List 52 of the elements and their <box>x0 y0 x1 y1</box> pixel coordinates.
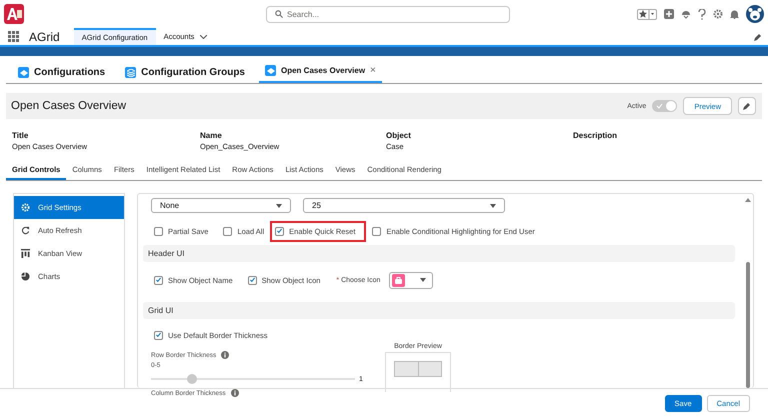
edit-icon[interactable] <box>754 32 762 40</box>
app-logo[interactable] <box>4 4 24 24</box>
settings-icon[interactable] <box>713 9 723 19</box>
edit-icon <box>743 102 751 110</box>
checkbox[interactable] <box>275 226 284 236</box>
help-icon[interactable] <box>698 8 706 20</box>
checkbox[interactable] <box>372 226 382 236</box>
app-name: AGrid <box>29 28 60 45</box>
edit-button[interactable] <box>738 97 756 115</box>
record-icon <box>265 65 276 76</box>
workspace-tab[interactable]: Configuration Groups <box>119 67 251 83</box>
section-header: Header UI <box>143 245 735 262</box>
search-input[interactable]: Search... <box>287 10 501 18</box>
search-icon <box>275 10 283 18</box>
chevron-down-icon <box>200 34 208 38</box>
check-icon <box>656 103 664 109</box>
section-header: Grid UI <box>143 302 735 319</box>
slider-thumb[interactable] <box>186 374 197 384</box>
checkbox[interactable] <box>154 226 163 236</box>
favorites-button[interactable] <box>637 8 657 20</box>
select-field[interactable]: None <box>151 198 291 213</box>
field-label: Description <box>573 131 618 140</box>
field-label: Object <box>386 131 412 140</box>
workspace-tab[interactable]: Open Cases Overview × <box>259 65 382 83</box>
info-icon <box>221 351 230 359</box>
kanban-icon <box>21 249 30 258</box>
checkbox[interactable] <box>248 276 257 284</box>
notification-bell-icon[interactable] <box>730 9 739 19</box>
layers-icon <box>125 67 136 78</box>
refresh-icon <box>21 226 30 235</box>
info-icon <box>230 389 239 397</box>
add-icon[interactable] <box>664 9 674 19</box>
checkbox[interactable] <box>154 330 163 340</box>
page-title: Open Cases Overview <box>11 100 126 112</box>
checkbox[interactable] <box>154 276 163 284</box>
scroll-up-icon[interactable] <box>745 197 751 202</box>
scrollbar-thumb[interactable] <box>746 262 750 388</box>
settings-icon <box>21 203 30 212</box>
field-label: Name <box>200 131 223 140</box>
search-bar[interactable]: Search... <box>266 6 510 22</box>
workspace-tab[interactable]: Configurations <box>12 67 112 83</box>
avatar-icon[interactable] <box>746 5 764 23</box>
cloud-icon[interactable] <box>681 9 691 19</box>
checkbox[interactable] <box>223 226 232 236</box>
pie-chart-icon <box>21 272 30 281</box>
select-field[interactable]: 25 <box>303 198 505 213</box>
briefcase-icon <box>392 274 406 286</box>
app-launcher-icon[interactable] <box>8 31 19 42</box>
record-icon <box>18 67 29 78</box>
field-label: Title <box>12 131 30 140</box>
icon-picker[interactable] <box>389 272 434 288</box>
close-icon[interactable]: × <box>370 65 376 76</box>
